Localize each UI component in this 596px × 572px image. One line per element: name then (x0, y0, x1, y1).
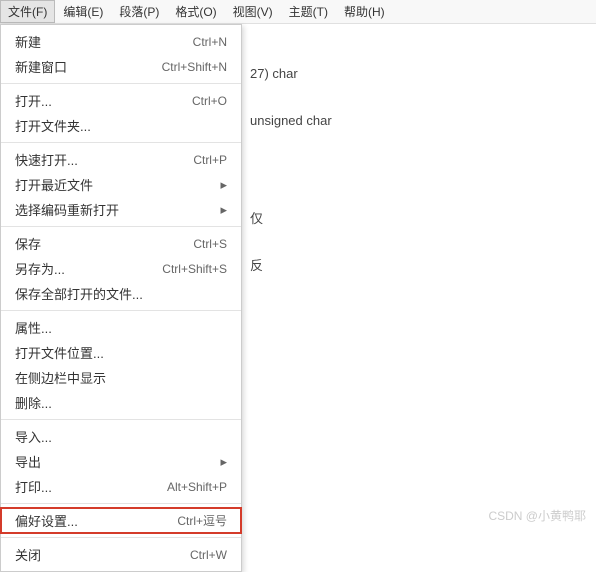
bg-line: unsigned char (250, 107, 332, 136)
menu-shortcut: Alt+Shift+P (167, 480, 227, 494)
file-menu-dropdown: 新建Ctrl+N 新建窗口Ctrl+Shift+N 打开...Ctrl+O 打开… (0, 24, 242, 572)
menu-label: 选择编码重新打开 (15, 200, 220, 219)
menu-separator (1, 419, 241, 420)
menu-separator (1, 226, 241, 227)
menu-delete[interactable]: 删除... (1, 390, 241, 415)
menu-label: 导出 (15, 452, 220, 471)
menu-separator (1, 537, 241, 538)
menu-separator (1, 142, 241, 143)
menu-label: 删除... (15, 393, 227, 412)
menu-save-as[interactable]: 另存为...Ctrl+Shift+S (1, 256, 241, 281)
menu-label: 在侧边栏中显示 (15, 368, 227, 387)
menu-separator (1, 83, 241, 84)
chevron-right-icon: ▸ (220, 202, 227, 218)
menu-label: 保存全部打开的文件... (15, 284, 227, 303)
menu-close[interactable]: 关闭Ctrl+W (1, 542, 241, 567)
menu-label: 偏好设置... (15, 511, 177, 530)
bg-line: 27) char (250, 60, 332, 89)
menu-open-location[interactable]: 打开文件位置... (1, 340, 241, 365)
menu-open-recent[interactable]: 打开最近文件▸ (1, 172, 241, 197)
menu-new[interactable]: 新建Ctrl+N (1, 29, 241, 54)
menu-show-sidebar[interactable]: 在侧边栏中显示 (1, 365, 241, 390)
bg-line: 仅 (250, 205, 332, 234)
menubar-file[interactable]: 文件(F) (0, 0, 55, 23)
menubar-help[interactable]: 帮助(H) (336, 0, 393, 23)
menubar-theme[interactable]: 主题(T) (281, 0, 336, 23)
menu-new-window[interactable]: 新建窗口Ctrl+Shift+N (1, 54, 241, 79)
menu-label: 属性... (15, 318, 227, 337)
menubar-paragraph[interactable]: 段落(P) (111, 0, 167, 23)
bg-line: 反 (250, 252, 332, 281)
menu-label: 打开文件夹... (15, 116, 227, 135)
menu-label: 新建 (15, 32, 193, 51)
menu-shortcut: Ctrl+Shift+N (162, 60, 227, 74)
menu-label: 打开最近文件 (15, 175, 220, 194)
menu-label: 打印... (15, 477, 167, 496)
menu-shortcut: Ctrl+Shift+S (162, 262, 227, 276)
menu-label: 关闭 (15, 545, 190, 564)
menu-import[interactable]: 导入... (1, 424, 241, 449)
menu-label: 打开文件位置... (15, 343, 227, 362)
menu-label: 快速打开... (15, 150, 193, 169)
menu-shortcut: Ctrl+O (192, 94, 227, 108)
menu-shortcut: Ctrl+W (190, 548, 227, 562)
menu-quick-open[interactable]: 快速打开...Ctrl+P (1, 147, 241, 172)
chevron-right-icon: ▸ (220, 177, 227, 193)
menubar-edit[interactable]: 编辑(E) (55, 0, 111, 23)
menu-label: 新建窗口 (15, 57, 162, 76)
menu-shortcut: Ctrl+P (193, 153, 227, 167)
menu-label: 打开... (15, 91, 192, 110)
chevron-right-icon: ▸ (220, 454, 227, 470)
menu-separator (1, 310, 241, 311)
menu-shortcut: Ctrl+S (193, 237, 227, 251)
menu-shortcut: Ctrl+逗号 (177, 512, 227, 529)
menu-label: 保存 (15, 234, 193, 253)
menu-open[interactable]: 打开...Ctrl+O (1, 88, 241, 113)
menu-properties[interactable]: 属性... (1, 315, 241, 340)
menu-reopen-encoding[interactable]: 选择编码重新打开▸ (1, 197, 241, 222)
menu-shortcut: Ctrl+N (193, 35, 227, 49)
menu-print[interactable]: 打印...Alt+Shift+P (1, 474, 241, 499)
menu-open-folder[interactable]: 打开文件夹... (1, 113, 241, 138)
menubar-view[interactable]: 视图(V) (225, 0, 281, 23)
menu-export[interactable]: 导出▸ (1, 449, 241, 474)
watermark: CSDN @小黄鸭耶 (488, 507, 586, 524)
menubar: 文件(F) 编辑(E) 段落(P) 格式(O) 视图(V) 主题(T) 帮助(H… (0, 0, 596, 24)
menu-label: 另存为... (15, 259, 162, 278)
background-content: 27) char unsigned char 仅 反 (250, 60, 332, 280)
menu-save-all[interactable]: 保存全部打开的文件... (1, 281, 241, 306)
menu-save[interactable]: 保存Ctrl+S (1, 231, 241, 256)
menu-separator (1, 503, 241, 504)
menu-preferences[interactable]: 偏好设置...Ctrl+逗号 (1, 508, 241, 533)
menu-label: 导入... (15, 427, 227, 446)
menubar-format[interactable]: 格式(O) (167, 0, 224, 23)
